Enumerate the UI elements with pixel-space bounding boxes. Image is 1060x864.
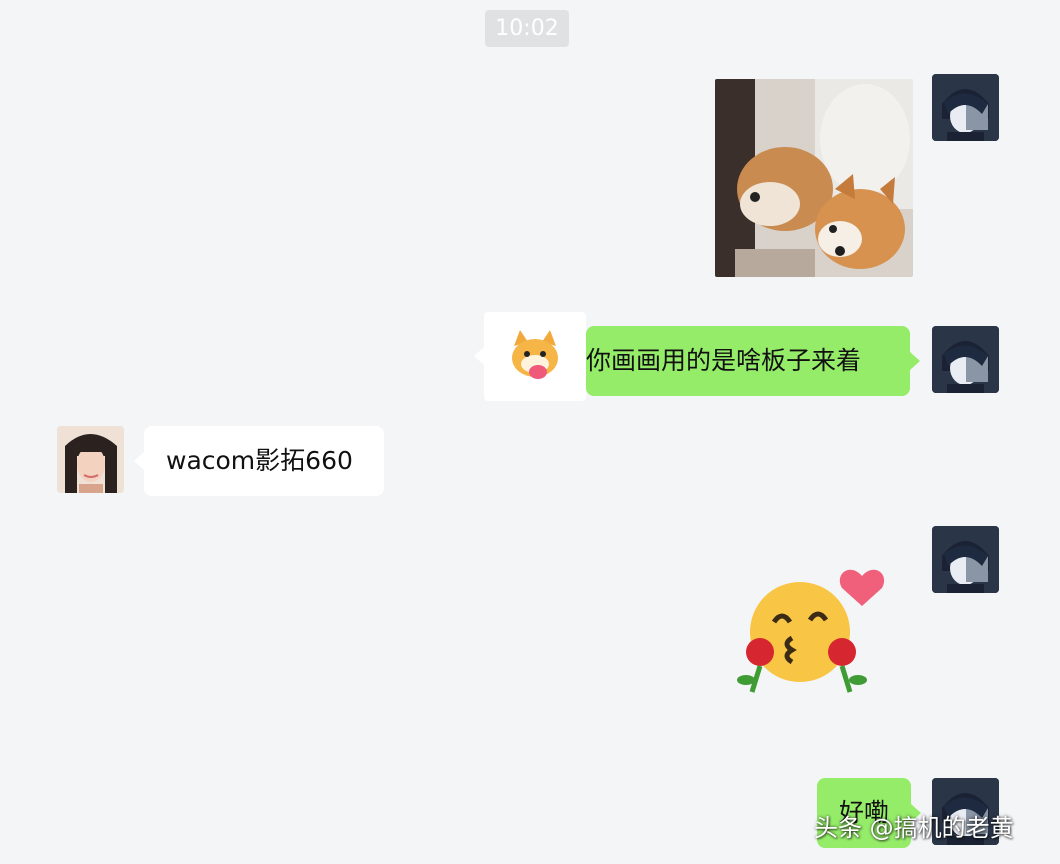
my-avatar[interactable] — [932, 526, 999, 593]
my-message-bubble[interactable]: 你画画用的是啥板子来着 — [586, 326, 910, 396]
friend-avatar[interactable] — [57, 426, 124, 493]
message-text: 你画画用的是啥板子来着 — [586, 346, 862, 375]
watermark-text: 头条 @搞机的老黄 — [814, 814, 1014, 842]
kiss-emoji-sticker[interactable] — [722, 562, 892, 707]
bubble-tail — [474, 347, 484, 365]
bubble-tail — [134, 452, 144, 470]
friend-message-bubble[interactable]: wacom影拓660 — [144, 426, 384, 496]
cat-sticker-card — [484, 312, 586, 401]
shared-dog-photo[interactable] — [715, 79, 913, 277]
my-avatar[interactable] — [932, 74, 999, 141]
my-avatar[interactable] — [932, 326, 999, 393]
message-timestamp: 10:02 — [485, 10, 569, 47]
bubble-tail — [910, 352, 920, 370]
message-text: wacom影拓660 — [166, 446, 353, 475]
